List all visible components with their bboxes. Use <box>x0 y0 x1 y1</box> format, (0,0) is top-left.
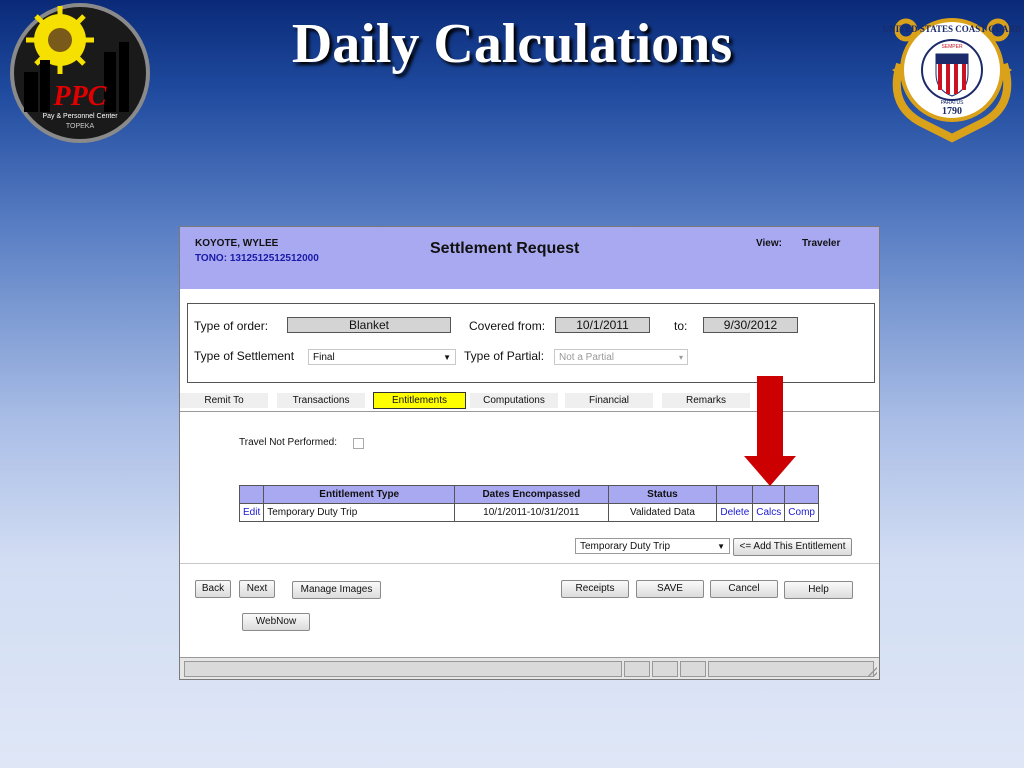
calcs-link[interactable]: Calcs <box>752 503 786 522</box>
order-details-panel: Type of order: Blanket Covered from: 10/… <box>187 303 875 383</box>
dropdown-arrow-icon: ▾ <box>678 353 683 362</box>
edit-link[interactable]: Edit <box>238 503 265 522</box>
status-bar <box>180 657 879 679</box>
type-of-settlement-select[interactable]: Final ▼ <box>308 349 456 365</box>
dropdown-arrow-icon: ▼ <box>717 542 725 551</box>
receipts-button[interactable]: Receipts <box>561 580 629 598</box>
save-button[interactable]: SAVE <box>636 580 704 598</box>
tab-remit-to[interactable]: Remit To <box>180 393 268 408</box>
ppc-logo-text: PPC <box>53 81 107 112</box>
page-title: Settlement Request <box>430 240 580 257</box>
entitlement-type-cell: Temporary Duty Trip <box>263 503 456 522</box>
to-label: to: <box>674 319 688 333</box>
comp-link[interactable]: Comp <box>784 503 819 522</box>
header-comp-col <box>784 485 819 504</box>
seal-text: UNITED STATES COAST GUARD <box>883 24 1022 34</box>
delete-link[interactable]: Delete <box>716 503 754 522</box>
travel-not-performed-label: Travel Not Performed: <box>239 437 337 448</box>
type-of-partial-label: Type of Partial: <box>464 349 545 363</box>
add-entitlement-button[interactable]: <= Add This Entitlement <box>733 538 852 556</box>
coast-guard-seal: UNITED STATES COAST GUARD SEMPER PARATUS… <box>883 18 1022 143</box>
red-down-arrow <box>744 376 796 486</box>
type-of-order-field: Blanket <box>287 317 451 333</box>
manage-images-button[interactable]: Manage Images <box>292 581 381 599</box>
table-header-row: Entitlement Type Dates Encompassed Statu… <box>238 485 819 504</box>
status-pane <box>624 661 650 677</box>
type-of-settlement-label: Type of Settlement <box>194 349 295 363</box>
type-of-partial-value: Not a Partial <box>559 352 615 363</box>
next-button[interactable]: Next <box>239 580 275 598</box>
view-value: Traveler <box>802 238 841 249</box>
covered-from-field: 10/1/2011 <box>555 317 650 333</box>
back-button[interactable]: Back <box>195 580 231 598</box>
dates-cell: 10/1/2011-10/31/2011 <box>454 503 609 522</box>
view-label: View: <box>756 238 782 249</box>
entitlement-type-select-value: Temporary Duty Trip <box>580 541 671 552</box>
ppc-logo-city: TOPEKA <box>66 123 95 130</box>
header-edit-col <box>238 485 265 504</box>
webnow-button[interactable]: WebNow <box>242 613 310 631</box>
type-of-partial-select[interactable]: Not a Partial ▾ <box>554 349 688 365</box>
header-dates-encompassed: Dates Encompassed <box>454 485 609 504</box>
seal-semper: SEMPER <box>941 44 963 50</box>
status-pane-zone <box>708 661 874 677</box>
header-entitlement-type: Entitlement Type <box>263 485 456 504</box>
dropdown-arrow-icon: ▼ <box>443 353 451 362</box>
entitlement-type-select[interactable]: Temporary Duty Trip ▼ <box>575 538 730 554</box>
tab-entitlements[interactable]: Entitlements <box>373 392 466 409</box>
tab-remarks[interactable]: Remarks <box>662 393 750 408</box>
cancel-button[interactable]: Cancel <box>710 580 778 598</box>
header-calcs-col <box>752 485 786 504</box>
tab-computations[interactable]: Computations <box>470 393 558 408</box>
entitlements-table: Entitlement Type Dates Encompassed Statu… <box>238 485 819 522</box>
ppc-logo: PPC Pay & Personnel Center TOPEKA <box>10 3 150 143</box>
tono-number: TONO: 1312512512512000 <box>195 253 319 264</box>
status-cell: Validated Data <box>607 503 718 522</box>
travel-not-performed-checkbox[interactable] <box>353 438 364 449</box>
to-field: 9/30/2012 <box>703 317 798 333</box>
status-pane <box>652 661 678 677</box>
type-of-order-label: Type of order: <box>194 319 269 333</box>
status-pane <box>680 661 706 677</box>
tab-financial[interactable]: Financial <box>565 393 653 408</box>
type-of-settlement-value: Final <box>313 352 335 363</box>
seal-year: 1790 <box>942 106 962 117</box>
window-header: KOYOTE, WYLEE TONO: 1312512512512000 Set… <box>180 227 879 289</box>
table-row: Edit Temporary Duty Trip 10/1/2011-10/31… <box>238 503 819 522</box>
member-name: KOYOTE, WYLEE <box>195 238 279 249</box>
tab-transactions[interactable]: Transactions <box>277 393 365 408</box>
resize-grip-icon[interactable] <box>867 667 877 677</box>
header-status: Status <box>607 485 718 504</box>
header-delete-col <box>716 485 754 504</box>
help-button[interactable]: Help <box>784 581 853 599</box>
covered-from-label: Covered from: <box>469 319 546 333</box>
ppc-logo-subtext: Pay & Personnel Center <box>42 113 118 120</box>
section-divider <box>180 563 879 564</box>
status-pane-main <box>184 661 622 677</box>
